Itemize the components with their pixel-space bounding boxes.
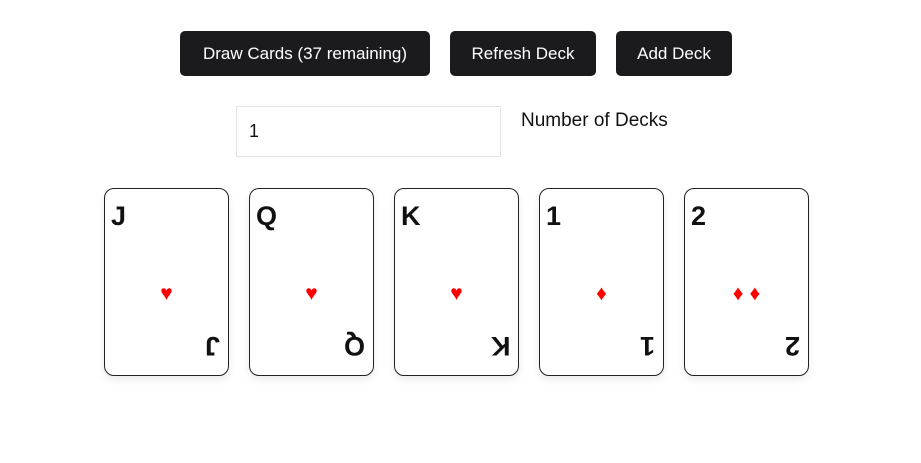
- card-rank-bottom: J: [204, 331, 220, 361]
- heart-icon: ♥: [450, 282, 463, 305]
- card-rank-bottom: 1: [639, 331, 655, 361]
- number-of-decks-label: Number of Decks: [521, 110, 668, 131]
- card-rank-top: 1: [546, 201, 562, 231]
- card-suits: ♥: [105, 283, 228, 304]
- card-rank-bottom: Q: [343, 331, 365, 361]
- playing-card: 1 ♦ 1: [539, 188, 664, 376]
- diamond-icon: ♦: [749, 282, 761, 305]
- number-of-decks-input[interactable]: [236, 106, 501, 157]
- card-rank-top: 2: [691, 201, 707, 231]
- card-rank-bottom: K: [490, 331, 511, 361]
- playing-card: K ♥ K: [394, 188, 519, 376]
- heart-icon: ♥: [160, 282, 173, 305]
- toolbar: Draw Cards (37 remaining) Refresh Deck A…: [0, 31, 921, 76]
- card-rank-bottom: 2: [784, 331, 800, 361]
- card-rank-top: J: [111, 201, 127, 231]
- card-suits: ♦ ♦: [685, 283, 808, 304]
- card-rank-top: Q: [256, 201, 278, 231]
- card-suits: ♥: [250, 283, 373, 304]
- refresh-deck-button[interactable]: Refresh Deck: [450, 31, 596, 76]
- playing-card: J ♥ J: [104, 188, 229, 376]
- add-deck-button[interactable]: Add Deck: [616, 31, 732, 76]
- card-rank-top: K: [401, 201, 421, 231]
- playing-card: Q ♥ Q: [249, 188, 374, 376]
- heart-icon: ♥: [305, 282, 318, 305]
- card-suits: ♥: [395, 283, 518, 304]
- playing-card: 2 ♦ ♦ 2: [684, 188, 809, 376]
- diamond-icon: ♦: [732, 282, 744, 305]
- draw-cards-button[interactable]: Draw Cards (37 remaining): [180, 31, 430, 76]
- card-suits: ♦: [540, 283, 663, 304]
- diamond-icon: ♦: [596, 282, 607, 305]
